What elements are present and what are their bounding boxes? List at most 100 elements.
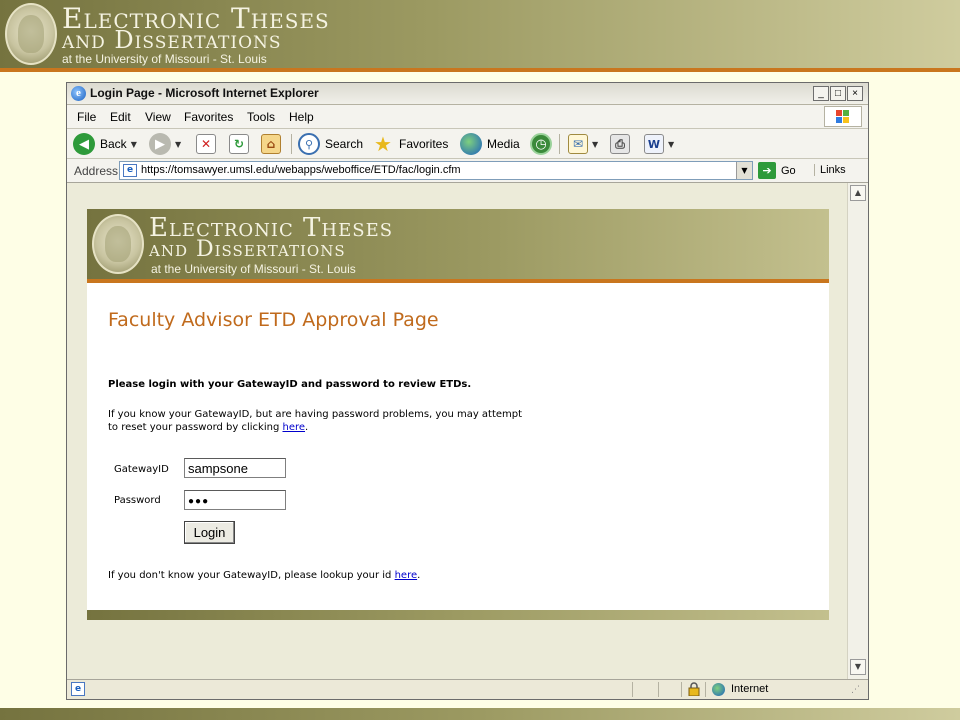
search-button[interactable]: ⚲ Search: [298, 133, 363, 155]
word-icon: W: [644, 134, 664, 154]
reset-password-link[interactable]: here: [282, 422, 305, 433]
media-label: Media: [487, 137, 520, 151]
page-banner-title-line2: and Dissertations: [149, 237, 346, 262]
go-label: Go: [781, 164, 796, 177]
banner-title-line2: and Dissertations: [62, 26, 282, 54]
status-bar: e Internet ⋰: [67, 679, 868, 699]
reset-password-text: If you know your GatewayID, but are havi…: [108, 408, 528, 434]
chevron-down-icon: ▼: [175, 139, 182, 149]
media-button[interactable]: Media: [460, 133, 520, 155]
links-button[interactable]: Links: [814, 164, 846, 176]
back-label: Back: [100, 137, 127, 151]
go-arrow-icon: ➔: [758, 162, 776, 179]
home-icon: ⌂: [261, 134, 281, 154]
toolbar-separator: [291, 134, 292, 154]
lookup-id-link[interactable]: here: [395, 570, 418, 581]
login-page: Electronic Theses and Dissertations at t…: [87, 209, 829, 620]
lookup-gatewayid-text: If you don't know your GatewayID, please…: [108, 570, 420, 581]
refresh-icon: ↻: [229, 134, 249, 154]
lock-icon: [688, 682, 700, 696]
stop-icon: ✕: [196, 134, 216, 154]
refresh-button[interactable]: ↻: [229, 133, 249, 155]
close-button[interactable]: ×: [847, 86, 863, 101]
university-seal-icon: [5, 3, 57, 65]
chevron-down-icon[interactable]: ▼: [736, 162, 752, 179]
address-bar: Address e https://tomsawyer.umsl.edu/web…: [67, 159, 868, 183]
windows-logo-icon: [824, 106, 862, 127]
menu-view[interactable]: View: [145, 110, 171, 124]
print-button[interactable]: ⎙: [610, 133, 630, 155]
password-label: Password: [114, 495, 161, 506]
edit-word-button[interactable]: W ▼: [644, 133, 674, 155]
home-button[interactable]: ⌂: [261, 133, 281, 155]
go-button[interactable]: ➔ Go: [758, 162, 796, 179]
gatewayid-input[interactable]: [184, 458, 286, 478]
back-button[interactable]: ◀ Back ▼: [73, 133, 137, 155]
gatewayid-label: GatewayID: [114, 464, 169, 475]
security-zone-label: Internet: [731, 683, 769, 695]
status-pane: [632, 682, 633, 697]
standard-toolbar: ◀ Back ▼ ▶ ▼ ✕ ↻ ⌂ ⚲ Search ★ Favorites …: [67, 129, 868, 159]
history-icon: ◷: [530, 133, 552, 155]
menu-bar: File Edit View Favorites Tools Help: [67, 105, 868, 129]
chevron-down-icon: ▼: [668, 139, 675, 149]
login-button[interactable]: Login: [184, 521, 235, 544]
chevron-down-icon: ▼: [592, 139, 599, 149]
address-input[interactable]: e https://tomsawyer.umsl.edu/webapps/web…: [119, 161, 753, 180]
page-viewport: Electronic Theses and Dissertations at t…: [67, 183, 847, 679]
globe-icon: [712, 683, 725, 696]
favorites-button[interactable]: ★ Favorites: [372, 132, 449, 156]
reset-text: If you know your GatewayID, but are havi…: [108, 409, 523, 433]
password-input[interactable]: ●●●: [184, 490, 286, 510]
toolbar-separator: [559, 134, 560, 154]
ie-icon: e: [71, 86, 86, 101]
minimize-button[interactable]: _: [813, 86, 829, 101]
status-pane: [658, 682, 659, 697]
menu-tools[interactable]: Tools: [247, 110, 275, 124]
media-icon: [460, 133, 482, 155]
page-title: Faculty Advisor ETD Approval Page: [108, 309, 439, 331]
mail-icon: ✉: [568, 134, 588, 154]
page-footer-bar: [87, 610, 829, 620]
login-instruction: Please login with your GatewayID and pas…: [108, 379, 472, 390]
status-pane: [705, 682, 706, 697]
print-icon: ⎙: [610, 134, 630, 154]
banner-subtitle: at the University of Missouri - St. Loui…: [62, 52, 267, 66]
page-banner-subtitle: at the University of Missouri - St. Loui…: [151, 262, 356, 276]
slide-footer-bar: [0, 708, 960, 720]
mail-button[interactable]: ✉ ▼: [568, 133, 598, 155]
favorites-star-icon: ★: [374, 132, 392, 156]
title-bar[interactable]: e Login Page - Microsoft Internet Explor…: [67, 83, 868, 105]
search-icon: ⚲: [298, 133, 320, 155]
slide-header-banner: Electronic Theses and Dissertations at t…: [0, 0, 960, 68]
password-dots: ●●●: [188, 496, 210, 507]
reset-period: .: [305, 422, 309, 433]
status-pane: [681, 682, 682, 697]
menu-help[interactable]: Help: [289, 110, 314, 124]
page-status-icon: e: [71, 682, 85, 696]
chevron-down-icon: ▼: [130, 139, 137, 149]
forward-arrow-icon: ▶: [149, 133, 171, 155]
vertical-scrollbar[interactable]: ▲ ▼: [847, 183, 868, 679]
history-button[interactable]: ◷: [530, 133, 552, 155]
menu-file[interactable]: File: [77, 110, 96, 124]
menu-favorites[interactable]: Favorites: [184, 110, 233, 124]
page-banner-accent-line: [87, 279, 829, 283]
favorites-label: Favorites: [399, 137, 449, 151]
lookup-period: .: [417, 570, 421, 581]
maximize-button[interactable]: □: [830, 86, 846, 101]
address-label: Address: [74, 164, 119, 178]
page-header-banner: Electronic Theses and Dissertations at t…: [87, 209, 829, 279]
university-seal-icon: [92, 214, 144, 274]
resize-grip-icon[interactable]: ⋰: [851, 684, 863, 696]
browser-window: e Login Page - Microsoft Internet Explor…: [66, 82, 869, 700]
scroll-down-icon[interactable]: ▼: [850, 659, 866, 675]
scroll-up-icon[interactable]: ▲: [850, 185, 866, 201]
address-url: https://tomsawyer.umsl.edu/webapps/webof…: [141, 164, 461, 176]
window-title: Login Page - Microsoft Internet Explorer: [90, 86, 319, 100]
stop-button[interactable]: ✕: [196, 133, 216, 155]
menu-edit[interactable]: Edit: [110, 110, 131, 124]
search-label: Search: [325, 137, 364, 151]
back-arrow-icon: ◀: [73, 133, 95, 155]
forward-button[interactable]: ▶ ▼: [149, 133, 181, 155]
